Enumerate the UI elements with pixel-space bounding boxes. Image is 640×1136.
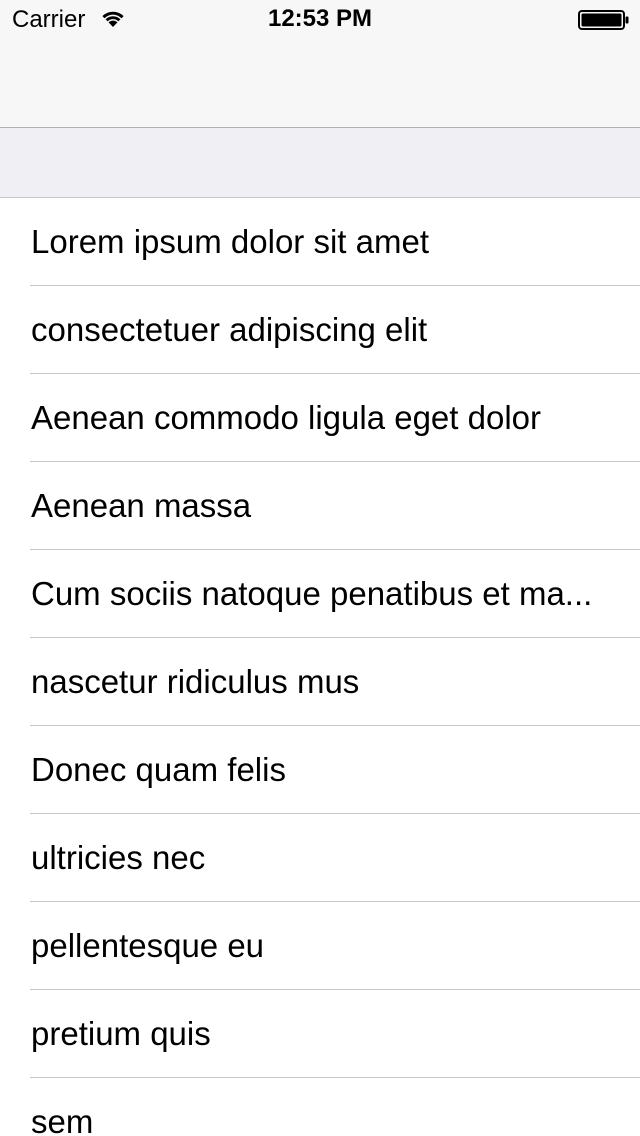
table-row[interactable]: sem — [0, 1078, 640, 1136]
table-row[interactable]: consectetuer adipiscing elit — [0, 286, 640, 374]
table-row[interactable]: Aenean commodo ligula eget dolor — [0, 374, 640, 462]
section-header — [0, 128, 640, 198]
table-row-label: ultricies nec — [31, 839, 206, 876]
table-row[interactable]: Aenean massa — [0, 462, 640, 550]
table-row[interactable]: Lorem ipsum dolor sit amet — [0, 198, 640, 286]
table-row-label: sem — [31, 1103, 94, 1136]
table-row-label: pellentesque eu — [31, 927, 265, 964]
table-row-label: Aenean commodo ligula eget dolor — [31, 399, 542, 436]
table-row-label: nascetur ridiculus mus — [31, 663, 360, 700]
table-row-label: Donec quam felis — [31, 751, 286, 788]
battery-icon — [578, 10, 629, 30]
table-row[interactable]: ultricies nec — [0, 814, 640, 902]
screen: Carrier 12:53 PM Lorem ipsum dolor sit a… — [0, 0, 640, 1136]
navigation-bar — [0, 40, 640, 128]
table-row-label: Lorem ipsum dolor sit amet — [31, 223, 429, 260]
table-row-label: Cum sociis natoque penatibus et ma... — [31, 575, 593, 612]
header: Carrier 12:53 PM — [0, 0, 640, 128]
table-row[interactable]: Cum sociis natoque penatibus et ma... — [0, 550, 640, 638]
table-row[interactable]: nascetur ridiculus mus — [0, 638, 640, 726]
table-row-label: consectetuer adipiscing elit — [31, 311, 428, 348]
table-row[interactable]: Donec quam felis — [0, 726, 640, 814]
status-time: 12:53 PM — [267, 5, 373, 32]
table-row[interactable]: pretium quis — [0, 990, 640, 1078]
table-row-label: Aenean massa — [31, 487, 252, 524]
table-row-label: pretium quis — [31, 1015, 211, 1052]
table-row[interactable]: pellentesque eu — [0, 902, 640, 990]
status-bar: Carrier 12:53 PM — [0, 0, 640, 40]
table-list: Lorem ipsum dolor sit amet consectetuer a… — [0, 198, 640, 1136]
